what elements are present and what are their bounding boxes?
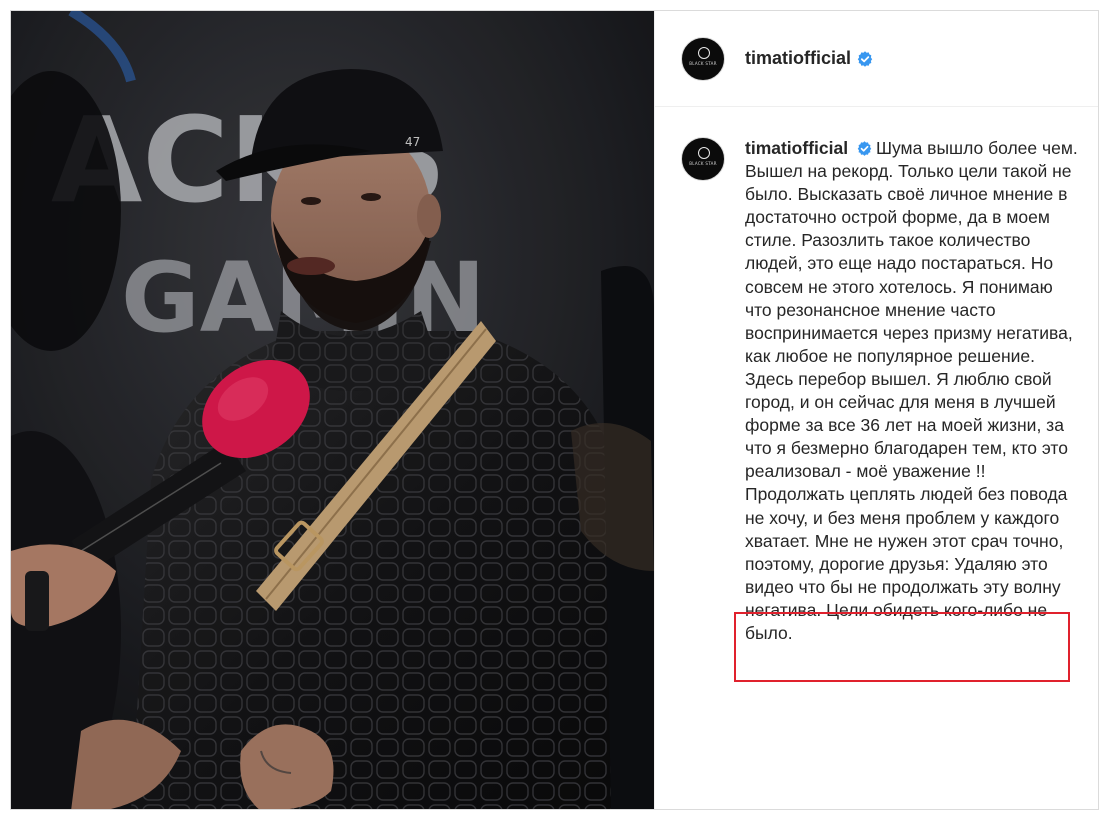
caption-username[interactable]: timatiofficial xyxy=(745,138,848,158)
caption-text: Шума вышло более чем. Вышел на рекорд. Т… xyxy=(745,138,1078,643)
avatar-logo-text: BLACK STAR xyxy=(689,60,717,66)
post-photo[interactable]: ACK S GAMIN xyxy=(11,11,654,809)
verified-badge-icon xyxy=(857,141,872,156)
comment-avatar[interactable]: BLACK STAR xyxy=(681,137,725,181)
instagram-post: ACK S GAMIN xyxy=(10,10,1099,810)
header-username[interactable]: timatiofficial xyxy=(745,48,851,69)
caption-body: timatiofficial Шума вышло более чем. Выш… xyxy=(745,137,1080,645)
logo-ring-icon xyxy=(698,46,710,59)
verified-badge-icon xyxy=(857,50,873,67)
post-photo-image: ACK S GAMIN xyxy=(11,11,654,809)
post-sidebar: BLACK STAR timatiofficial BLACK STAR tim… xyxy=(654,11,1098,809)
logo-ring-icon xyxy=(698,147,710,159)
avatar-logo-text: BLACK STAR xyxy=(689,161,717,166)
profile-avatar[interactable]: BLACK STAR xyxy=(681,36,725,81)
post-header: BLACK STAR timatiofficial xyxy=(655,11,1098,107)
